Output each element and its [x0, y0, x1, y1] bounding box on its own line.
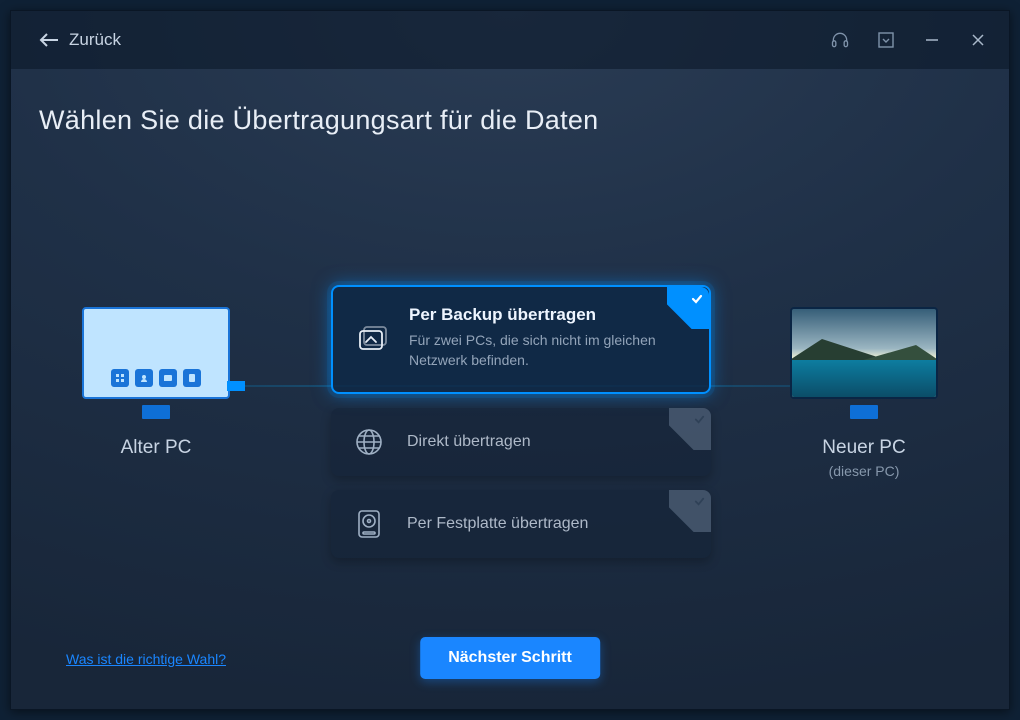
minimize-button[interactable] [909, 20, 955, 60]
support-button[interactable] [817, 20, 863, 60]
check-icon [693, 495, 706, 508]
unselected-badge [669, 490, 711, 532]
selected-badge [667, 287, 709, 329]
new-pc-monitor-icon [790, 307, 938, 399]
transfer-options: Per Backup übertragen Für zwei PCs, die … [331, 285, 711, 572]
back-label: Zurück [69, 30, 121, 50]
option-backup[interactable]: Per Backup übertragen Für zwei PCs, die … [331, 285, 711, 394]
check-icon [693, 413, 706, 426]
titlebar-controls [817, 20, 1001, 60]
option-direct-title: Direkt übertragen [407, 433, 691, 451]
new-pc-label: Neuer PC [769, 437, 959, 459]
menu-button[interactable] [863, 20, 909, 60]
option-backup-desc: Für zwei PCs, die sich nicht im gleichen… [409, 331, 689, 370]
new-pc-stand [850, 405, 878, 419]
transfer-stage: Alter PC Neuer PC (dieser PC) [11, 171, 1009, 619]
page-title: Wählen Sie die Übertragungsart für die D… [11, 69, 1009, 136]
new-pc: Neuer PC (dieser PC) [769, 307, 959, 479]
old-pc-stand [142, 405, 170, 419]
titlebar: Zurück [11, 11, 1009, 69]
app-window: Zurück [10, 10, 1010, 710]
globe-icon [349, 422, 389, 462]
transfer-box-icon [351, 318, 391, 358]
connection-marker [227, 381, 245, 391]
old-pc-monitor-icon [82, 307, 230, 399]
option-disk-title: Per Festplatte übertragen [407, 515, 691, 533]
dropdown-box-icon [878, 32, 894, 48]
footer: Was ist die richtige Wahl? Nächster Schr… [11, 619, 1009, 709]
arrow-left-icon [39, 32, 59, 48]
option-direct[interactable]: Direkt übertragen [331, 408, 711, 476]
old-pc-label: Alter PC [61, 437, 251, 459]
close-button[interactable] [955, 20, 1001, 60]
option-backup-title: Per Backup übertragen [409, 305, 689, 325]
headset-icon [830, 30, 850, 50]
old-pc: Alter PC [61, 307, 251, 459]
back-button[interactable]: Zurück [39, 30, 121, 50]
close-icon [971, 33, 985, 47]
check-icon [690, 292, 704, 306]
option-disk[interactable]: Per Festplatte übertragen [331, 490, 711, 558]
hard-drive-icon [349, 504, 389, 544]
minimize-icon [925, 33, 939, 47]
next-button[interactable]: Nächster Schritt [420, 637, 600, 679]
new-pc-sublabel: (dieser PC) [769, 463, 959, 479]
help-link[interactable]: Was ist die richtige Wahl? [66, 651, 226, 667]
unselected-badge [669, 408, 711, 450]
